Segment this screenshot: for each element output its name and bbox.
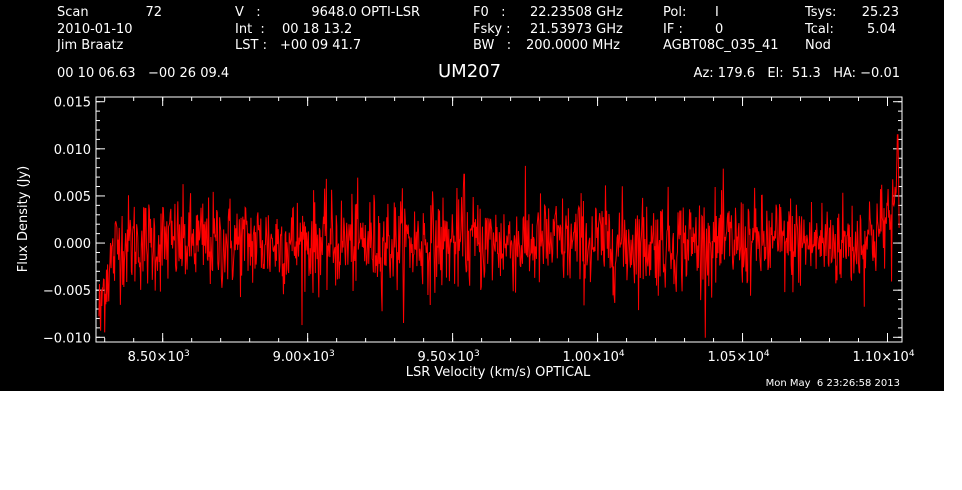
y-tick-label: −0.010	[43, 331, 91, 346]
y-tick-label: −0.005	[43, 284, 91, 299]
x-tick-label: 8.50×103	[128, 349, 190, 365]
x-tick-label: 1.05×104	[707, 349, 769, 365]
x-tick-label: 1.10×104	[852, 349, 914, 365]
y-tick-label: 0.015	[54, 96, 91, 111]
spectrum-chart: −0.010 −0.005 0.000 0.005 0.010 0.015 8.50×103…	[16, 96, 915, 380]
x-axis-label: LSR Velocity (km/s) OPTICAL	[406, 365, 591, 380]
render-timestamp: Mon May 6 23:26:58 2013	[765, 378, 900, 389]
plot-panel: Scan 72 2010-01-10 Jim Braatz V : 9648.0…	[0, 0, 944, 391]
y-tick-label: 0.005	[54, 190, 91, 205]
x-tick-label: 9.50×103	[418, 349, 480, 365]
x-tick-label: 1.00×104	[563, 349, 625, 365]
y-tick-label: 0.010	[54, 143, 91, 158]
y-axis-label: Flux Density (Jy)	[16, 166, 31, 272]
spectrum-series	[98, 134, 900, 338]
y-tick-label: 0.000	[54, 237, 91, 252]
x-tick-label: 9.00×103	[273, 349, 335, 365]
